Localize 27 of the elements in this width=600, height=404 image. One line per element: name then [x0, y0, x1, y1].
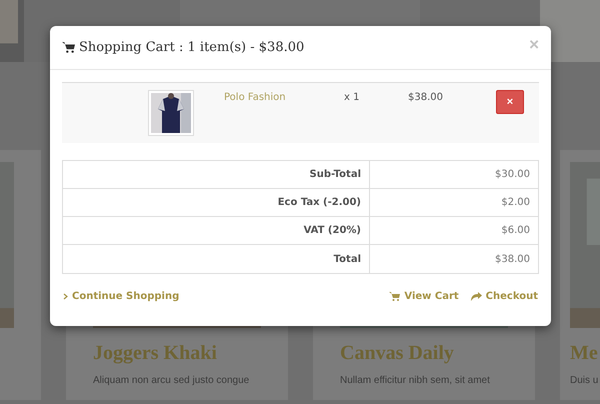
- quantity-text: x 1: [344, 91, 360, 105]
- footer-link[interactable]: Checkout: [470, 291, 538, 302]
- total-value: $30.00: [370, 161, 538, 189]
- price-text: $38.00: [408, 91, 444, 105]
- close-button[interactable]: ×: [529, 36, 539, 53]
- product-title: Me: [570, 342, 598, 365]
- product-description: Nullam efficitur nibh sem, sit amet: [340, 374, 490, 387]
- share-arrow-icon: [470, 292, 482, 301]
- product-description: Aliquam non arcu sed justo congue: [93, 374, 250, 387]
- product-title: Joggers Khaki: [93, 342, 217, 365]
- modal-title: Shopping Cart : 1 item(s) - $38.00: [79, 40, 306, 55]
- total-value: $2.00: [370, 189, 538, 217]
- footer-link[interactable]: View Cart: [389, 291, 459, 302]
- total-label: Total: [63, 245, 370, 273]
- total-label: Eco Tax (-2.00): [63, 189, 370, 217]
- total-label: Sub-Total: [63, 161, 370, 189]
- product-title: Canvas Daily: [340, 342, 454, 365]
- chevron-right-icon: [63, 293, 68, 300]
- remove-button[interactable]: ×: [496, 90, 524, 114]
- product-description: Duis u: [570, 374, 598, 387]
- total-label: VAT (20%): [63, 217, 370, 245]
- footer-link[interactable]: Continue Shopping: [63, 291, 180, 302]
- cart-icon: [62, 42, 75, 53]
- total-value: $6.00: [370, 217, 538, 245]
- cart-icon: [389, 292, 400, 301]
- product-link[interactable]: Polo Fashion: [224, 90, 286, 143]
- total-value: $38.00: [494, 252, 531, 266]
